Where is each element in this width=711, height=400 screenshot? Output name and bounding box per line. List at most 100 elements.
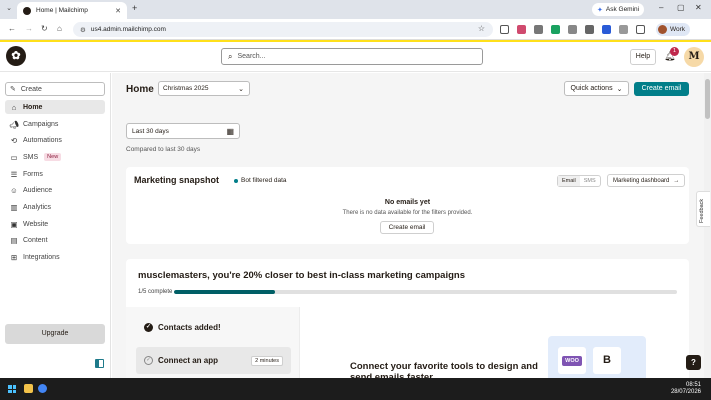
sidebar-item-forms[interactable]: ☰ Forms <box>5 167 105 181</box>
avatar[interactable]: M <box>684 47 704 67</box>
camera-icon[interactable] <box>619 25 628 34</box>
extension-icon-4[interactable] <box>568 25 577 34</box>
feedback-tab[interactable]: Feedback <box>696 191 710 227</box>
mailchimp-logo-icon[interactable]: ✿ <box>6 46 26 66</box>
woocommerce-logo-icon: WOO <box>558 347 586 374</box>
notification-badge: 1 <box>670 47 679 56</box>
search-placeholder: Search... <box>237 53 266 60</box>
check-circle-icon: ✓ <box>144 323 153 332</box>
gemini-label: Ask Gemini <box>605 6 640 13</box>
channel-toggle: Email SMS <box>557 175 601 187</box>
analytics-icon: ▥ <box>10 202 18 212</box>
dashboard-label: Marketing dashboard <box>613 177 670 184</box>
step-duration-badge: 2 minutes <box>251 355 283 366</box>
browser-tab[interactable]: Home | Mailchimp ✕ <box>17 2 127 19</box>
progress-count: 1/5 complete <box>138 289 173 295</box>
sidebar-item-label: Content <box>23 236 48 244</box>
extension-icon-3[interactable] <box>551 25 560 34</box>
campaign-select-value: Christmas 2025 <box>163 85 209 92</box>
tab-search-icon[interactable]: ⌄ <box>4 4 14 14</box>
extensions-puzzle-icon[interactable] <box>636 25 645 34</box>
marketing-dashboard-button[interactable]: Marketing dashboard → <box>607 174 686 187</box>
help-chat-button[interactable]: ? <box>686 355 701 370</box>
minimize-icon[interactable]: – <box>659 3 663 12</box>
sidebar-item-label: Integrations <box>23 253 60 261</box>
sms-icon: ▭ <box>10 152 18 162</box>
toggle-email[interactable]: Email <box>558 176 580 186</box>
step-contacts-added[interactable]: ✓ Contacts added! <box>144 323 221 332</box>
sidebar-item-automations[interactable]: ⟲ Automations <box>5 133 105 147</box>
screen-capture-icon[interactable] <box>500 25 509 34</box>
collapse-sidebar-icon[interactable] <box>95 359 104 368</box>
step-label: Connect an app <box>158 356 219 365</box>
profile-avatar <box>658 25 667 34</box>
bookmark-star-icon[interactable]: ☆ <box>478 24 485 33</box>
sidebar-item-home[interactable]: ⌂ Home <box>5 100 105 114</box>
sidebar-item-label: Audience <box>23 186 53 194</box>
sidebar-item-content[interactable]: ▤ Content <box>5 233 105 247</box>
extension-icon-6[interactable] <box>602 25 611 34</box>
home-icon: ⌂ <box>11 102 17 112</box>
profile-button[interactable]: Work <box>656 23 691 36</box>
close-window-icon[interactable]: ✕ <box>695 3 702 12</box>
bot-filter-indicator: Bot filtered data <box>234 177 287 184</box>
sidebar-item-sms[interactable]: ▭ SMS New <box>5 150 105 164</box>
content-icon: ▤ <box>10 235 18 245</box>
main-content: Home Christmas 2025 ⌄ Quick actions ⌄ Cr… <box>112 73 704 378</box>
site-info-icon[interactable]: ⚙ <box>80 26 86 34</box>
sidebar-item-analytics[interactable]: ▥ Analytics <box>5 200 105 214</box>
search-input[interactable]: ⌕ Search... <box>221 48 483 65</box>
sidebar-item-campaigns[interactable]: 📣︎ Campaigns <box>5 117 105 131</box>
campaign-select[interactable]: Christmas 2025 ⌄ <box>158 81 250 96</box>
extension-icon-5[interactable] <box>585 25 594 34</box>
reload-icon[interactable]: ↻ <box>41 24 48 33</box>
date-range-value: Last 30 days <box>132 127 169 135</box>
calendar-icon: ▦ <box>226 126 234 136</box>
extension-icon-1[interactable] <box>517 25 526 34</box>
extension-icon-2[interactable] <box>534 25 543 34</box>
onboarding-progress-card: musclemasters, you're 20% closer to best… <box>126 259 689 378</box>
toggle-sms[interactable]: SMS <box>580 176 600 186</box>
app-header: ✿ ⌕ Search... Help 🔔︎ 1 M <box>0 42 711 72</box>
date-range-select[interactable]: Last 30 days ▦ <box>126 123 240 139</box>
quick-actions-button[interactable]: Quick actions ⌄ <box>564 81 629 96</box>
forward-icon[interactable]: → <box>25 24 33 33</box>
sidebar: ✎ Create ⌂ Home 📣︎ Campaigns ⟲ Automatio… <box>0 73 111 378</box>
windows-start-icon[interactable] <box>8 385 16 393</box>
create-email-button[interactable]: Create email <box>634 82 689 96</box>
snapshot-create-email-button[interactable]: Create email <box>380 221 434 234</box>
tab-close-icon[interactable]: ✕ <box>115 7 121 15</box>
ask-gemini-button[interactable]: ✦ Ask Gemini <box>592 3 645 16</box>
new-tab-icon[interactable]: + <box>132 3 137 13</box>
onboarding-steps: ✓ Contacts added! ✓ Connect an app 2 min… <box>126 307 300 378</box>
os-taskbar: 08:51 28/07/2026 <box>0 378 711 400</box>
scrollbar-thumb[interactable] <box>705 79 710 119</box>
maximize-icon[interactable]: ▢ <box>677 3 685 12</box>
page-title: Home <box>126 84 154 95</box>
system-clock[interactable]: 08:51 28/07/2026 <box>671 382 701 396</box>
bot-filter-label: Bot filtered data <box>241 177 287 184</box>
address-bar[interactable]: ⚙ us4.admin.mailchimp.com ☆ <box>73 22 493 37</box>
create-button[interactable]: ✎ Create <box>5 82 105 96</box>
file-explorer-icon[interactable] <box>24 384 33 393</box>
sidebar-item-website[interactable]: ▣ Website <box>5 217 105 231</box>
sidebar-item-audience[interactable]: ☺ Audience <box>5 183 105 197</box>
home-browser-icon[interactable]: ⌂ <box>57 24 62 33</box>
back-icon[interactable]: ← <box>8 24 16 33</box>
sidebar-item-label: Analytics <box>23 203 52 211</box>
help-button[interactable]: Help <box>630 49 656 65</box>
app-logos-panel: WOO B <box>548 336 646 378</box>
pencil-icon: ✎ <box>10 86 16 93</box>
website-icon: ▣ <box>10 219 18 229</box>
sidebar-item-integrations[interactable]: ⊞ Integrations <box>5 250 105 264</box>
upgrade-button[interactable]: Upgrade <box>5 324 105 344</box>
check-outline-icon: ✓ <box>144 356 153 365</box>
step-connect-app[interactable]: ✓ Connect an app 2 minutes <box>136 347 291 374</box>
chrome-icon[interactable] <box>38 384 47 393</box>
forms-icon: ☰ <box>10 169 18 179</box>
snapshot-title: Marketing snapshot <box>134 175 220 185</box>
clock-date: 28/07/2026 <box>670 389 701 395</box>
marketing-snapshot-card: Marketing snapshot Bot filtered data Ema… <box>126 167 689 244</box>
clock-time: 08:51 <box>685 382 701 388</box>
audience-icon: ☺ <box>10 185 18 195</box>
